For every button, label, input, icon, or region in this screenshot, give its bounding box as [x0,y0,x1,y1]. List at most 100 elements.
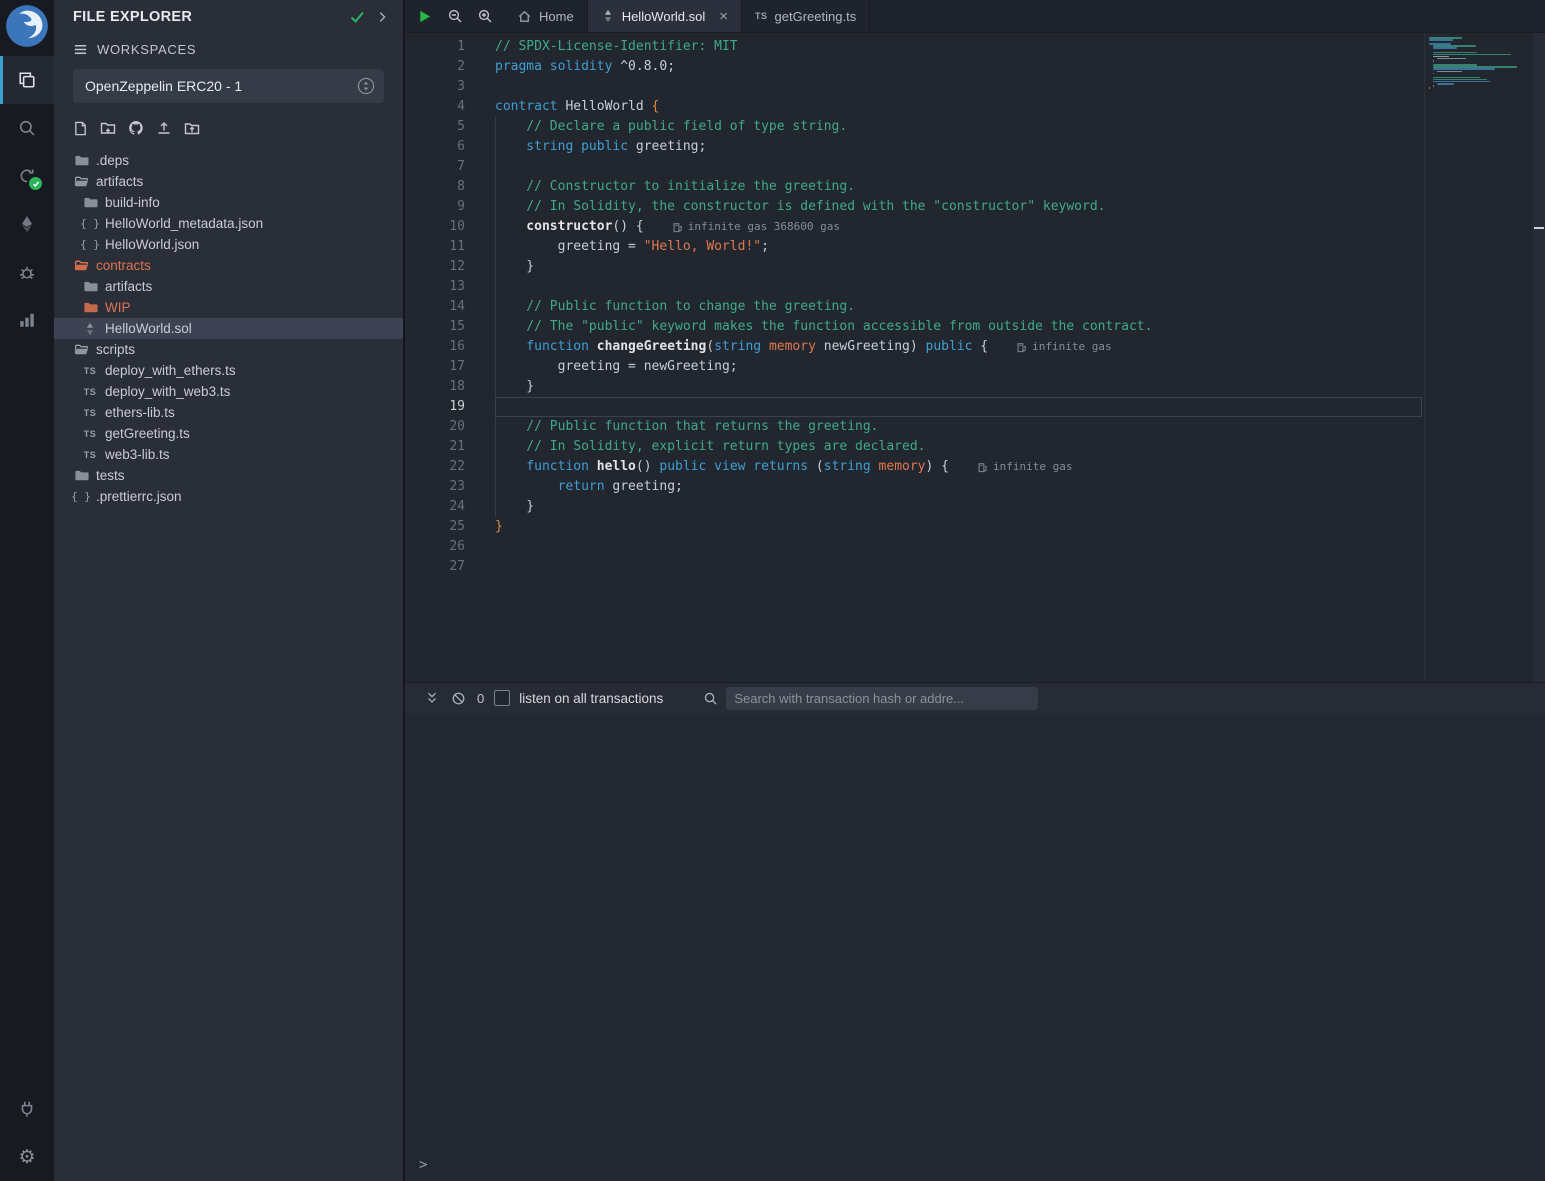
code-line-6[interactable]: 6 string public greeting; [405,137,1424,157]
tree-item-artifacts[interactable]: artifacts [54,171,403,192]
line-number[interactable]: 4 [405,97,465,117]
code-line-3[interactable]: 3 [405,77,1424,97]
tree-item-ethers-lib-ts[interactable]: TSethers-lib.ts [54,402,403,423]
expand-terminal-button[interactable] [419,691,445,705]
code-line-11[interactable]: 11 greeting = "Hello, World!"; [405,237,1424,257]
tree-item-tests[interactable]: tests [54,465,403,486]
listen-transactions-checkbox[interactable] [494,690,510,706]
code-line-14[interactable]: 14 // Public function to change the gree… [405,297,1424,317]
run-script-button[interactable] [411,3,438,29]
activity-item-settings[interactable]: ⚙ [0,1133,54,1181]
code-line-12[interactable]: 12 } [405,257,1424,277]
upload-file-button[interactable] [156,120,172,136]
close-tab-icon[interactable]: × [719,9,728,24]
activity-item-plugin-connect[interactable] [0,1085,54,1133]
code-area[interactable]: 1// SPDX-License-Identifier: MIT2pragma … [405,33,1425,682]
code-line-15[interactable]: 15 // The "public" keyword makes the fun… [405,317,1424,337]
line-number[interactable]: 23 [405,477,465,497]
code-line-5[interactable]: 5 // Declare a public field of type stri… [405,117,1424,137]
code-line-22[interactable]: 22 function hello() public view returns … [405,457,1424,477]
tree-item-helloworld-json[interactable]: { }HelloWorld.json [54,234,403,255]
tree-item-build-info[interactable]: build-info [54,192,403,213]
line-number[interactable]: 10 [405,217,465,237]
activity-item-search[interactable] [0,104,54,152]
code-line-26[interactable]: 26 [405,537,1424,557]
line-number[interactable]: 1 [405,37,465,57]
line-number[interactable]: 22 [405,457,465,477]
tree-item-getgreeting-ts[interactable]: TSgetGreeting.ts [54,423,403,444]
tree-item-web3-lib-ts[interactable]: TSweb3-lib.ts [54,444,403,465]
line-number[interactable]: 25 [405,517,465,537]
remix-logo-icon[interactable] [5,4,49,48]
tree-item-artifacts[interactable]: artifacts [54,276,403,297]
code-line-13[interactable]: 13 [405,277,1424,297]
activity-item-file-explorer[interactable] [0,56,54,104]
tab-helloworld-sol[interactable]: HelloWorld.sol× [588,0,742,32]
line-number[interactable]: 12 [405,257,465,277]
workspace-selector[interactable]: OpenZeppelin ERC20 - 1 [73,69,384,103]
code-line-27[interactable]: 27 [405,557,1424,577]
line-number[interactable]: 7 [405,157,465,177]
line-number[interactable]: 24 [405,497,465,517]
line-number[interactable]: 19 [405,397,465,417]
collapse-panel-chevron-icon[interactable] [375,10,389,24]
workspace-ok-check-icon[interactable] [349,9,365,25]
code-line-23[interactable]: 23 return greeting; [405,477,1424,497]
new-folder-button[interactable] [100,120,116,136]
tab-getgreeting-ts[interactable]: TSgetGreeting.ts [742,0,870,32]
line-number[interactable]: 15 [405,317,465,337]
clear-console-button[interactable] [445,691,471,706]
line-number[interactable]: 6 [405,137,465,157]
new-file-button[interactable] [73,120,88,136]
line-number[interactable]: 3 [405,77,465,97]
line-number[interactable]: 18 [405,377,465,397]
line-number[interactable]: 9 [405,197,465,217]
activity-item-plugin-manager[interactable] [0,296,54,344]
code-line-24[interactable]: 24 } [405,497,1424,517]
code-line-9[interactable]: 9 // In Solidity, the constructor is def… [405,197,1424,217]
code-line-2[interactable]: 2pragma solidity ^0.8.0; [405,57,1424,77]
editor-scrollbar[interactable] [1533,33,1545,682]
code-line-21[interactable]: 21 // In Solidity, explicit return types… [405,437,1424,457]
line-number[interactable]: 20 [405,417,465,437]
clone-github-button[interactable] [128,120,144,136]
terminal-output[interactable]: > [405,713,1545,1181]
tree-item-scripts[interactable]: scripts [54,339,403,360]
zoom-in-button[interactable] [471,3,498,29]
tree-item-contracts[interactable]: contracts [54,255,403,276]
upload-folder-button[interactable] [184,120,200,136]
tree-item--prettierrc-json[interactable]: { }.prettierrc.json [54,486,403,507]
zoom-out-button[interactable] [441,3,468,29]
line-number[interactable]: 5 [405,117,465,137]
line-number[interactable]: 21 [405,437,465,457]
line-number[interactable]: 17 [405,357,465,377]
tree-item-deploy-with-web3-ts[interactable]: TSdeploy_with_web3.ts [54,381,403,402]
code-line-10[interactable]: 10 constructor() {infinite gas 368600 ga… [405,217,1424,237]
code-line-20[interactable]: 20 // Public function that returns the g… [405,417,1424,437]
line-number[interactable]: 13 [405,277,465,297]
line-number[interactable]: 11 [405,237,465,257]
line-number[interactable]: 2 [405,57,465,77]
code-line-7[interactable]: 7 [405,157,1424,177]
tab-home[interactable]: Home [504,0,588,32]
line-number[interactable]: 16 [405,337,465,357]
tree-item-helloworld-sol[interactable]: HelloWorld.sol [54,318,403,339]
line-number[interactable]: 26 [405,537,465,557]
activity-item-debugger[interactable] [0,248,54,296]
line-number[interactable]: 14 [405,297,465,317]
tree-item-deploy-with-ethers-ts[interactable]: TSdeploy_with_ethers.ts [54,360,403,381]
activity-item-deploy-run[interactable] [0,200,54,248]
code-line-18[interactable]: 18 } [405,377,1424,397]
line-number[interactable]: 8 [405,177,465,197]
tree-item--deps[interactable]: .deps [54,150,403,171]
activity-item-solidity-compiler[interactable] [0,152,54,200]
code-line-25[interactable]: 25} [405,517,1424,537]
code-line-16[interactable]: 16 function changeGreeting(string memory… [405,337,1424,357]
code-line-17[interactable]: 17 greeting = newGreeting; [405,357,1424,377]
line-number[interactable]: 27 [405,557,465,577]
code-line-1[interactable]: 1// SPDX-License-Identifier: MIT [405,37,1424,57]
tree-item-wip[interactable]: WIP [54,297,403,318]
terminal-search-input[interactable] [726,687,1038,710]
code-line-4[interactable]: 4contract HelloWorld { [405,97,1424,117]
code-line-19[interactable]: 19 [405,397,1424,417]
